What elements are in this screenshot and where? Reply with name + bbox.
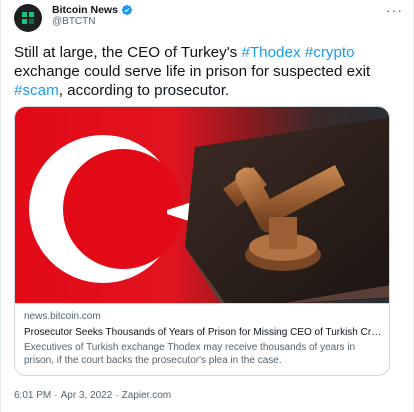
- tweet-text-part: exchange could serve life in prison for …: [14, 63, 371, 80]
- hashtag-crypto[interactable]: #crypto: [305, 44, 355, 61]
- hashtag-thodex[interactable]: #Thodex: [241, 44, 300, 61]
- card-description: Executives of Turkish exchange Thodex ma…: [24, 342, 356, 366]
- tweet-date[interactable]: Apr 3, 2022: [61, 390, 113, 401]
- tweet-footer: 6:01 PM · Apr 3, 2022 · Zapier.com: [14, 390, 174, 401]
- link-card[interactable]: news.bitcoin.com Prosecutor Seeks Thousa…: [14, 106, 390, 376]
- avatar[interactable]: [14, 4, 42, 32]
- user-handle[interactable]: @BTCTN: [52, 16, 133, 28]
- name-row: Bitcoin News: [52, 4, 133, 16]
- tweet-container: Bitcoin News @BTCTN ··· Still at large, …: [0, 0, 414, 412]
- card-image: [15, 107, 389, 303]
- card-meta: news.bitcoin.com Prosecutor Seeks Thousa…: [15, 303, 389, 375]
- tweet-text: Still at large, the CEO of Turkey's #Tho…: [14, 43, 404, 100]
- verified-badge-icon: [121, 4, 133, 16]
- tweet-time[interactable]: 6:01 PM: [14, 390, 51, 401]
- separator: ·: [115, 390, 119, 401]
- tweet-header: Bitcoin News @BTCTN ···: [14, 2, 403, 32]
- card-title: Prosecutor Seeks Thousands of Years of P…: [24, 327, 382, 338]
- separator: ·: [54, 390, 58, 401]
- hashtag-scam[interactable]: #scam: [14, 82, 59, 99]
- tweet-text-part: Still at large, the CEO of Turkey's: [14, 44, 242, 61]
- card-domain: news.bitcoin.com: [24, 311, 101, 322]
- tweet-source[interactable]: Zapier.com: [122, 390, 171, 401]
- tweet-text-part: , according to prosecutor.: [58, 82, 230, 99]
- bitcoin-news-logo-icon: [22, 12, 34, 24]
- more-options-icon[interactable]: ···: [386, 2, 403, 18]
- display-name[interactable]: Bitcoin News: [52, 4, 118, 16]
- user-info: Bitcoin News @BTCTN: [52, 4, 133, 28]
